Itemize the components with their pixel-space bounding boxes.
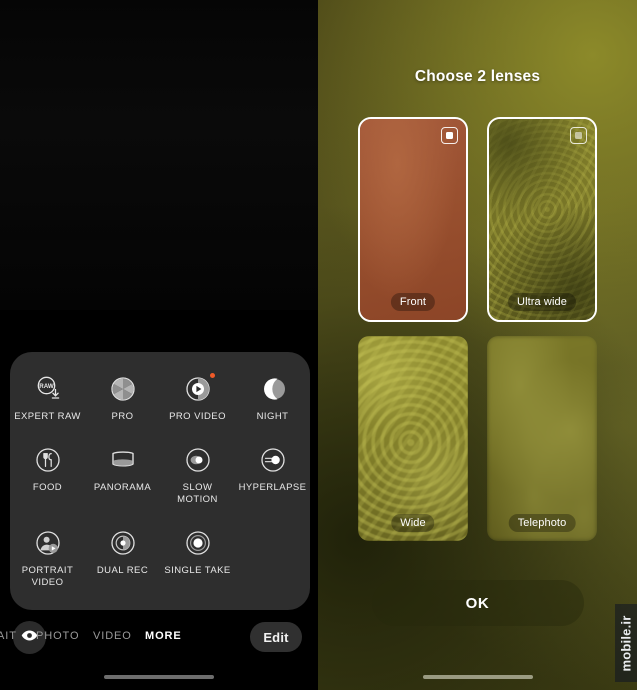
camera-viewfinder[interactable] bbox=[0, 0, 318, 310]
food-icon bbox=[33, 445, 63, 475]
mode-row-3: PORTRAIT VIDEO DUAL REC SINGLE TAKE bbox=[10, 528, 310, 589]
mode-item-empty bbox=[235, 528, 310, 589]
tab-more[interactable]: MORE bbox=[145, 630, 182, 642]
lens-name-label: Wide bbox=[391, 514, 435, 532]
mode-row-2: FOOD PANORAMA SLOW MOTION HYPERLAPSE bbox=[10, 445, 310, 506]
tab-portrait[interactable]: AIT bbox=[0, 630, 17, 642]
panorama-icon bbox=[108, 445, 138, 475]
lens-card-wide[interactable]: Wide bbox=[358, 336, 468, 541]
mode-item-hyperlapse[interactable]: HYPERLAPSE bbox=[235, 445, 310, 506]
ok-button[interactable]: OK bbox=[371, 580, 584, 626]
pro-video-icon bbox=[183, 373, 215, 404]
watermark-text: mobile.ir bbox=[618, 615, 634, 671]
mode-item-pro[interactable]: PRO bbox=[85, 374, 160, 423]
mode-label: NIGHT bbox=[256, 411, 289, 422]
lens-card-telephoto[interactable]: Telephoto bbox=[487, 336, 597, 541]
lens-row-2: Wide Telephoto bbox=[358, 336, 598, 541]
mode-label: DUAL REC bbox=[96, 565, 149, 576]
mode-label: SLOW MOTION bbox=[177, 482, 218, 505]
aperture-icon bbox=[108, 374, 138, 404]
mode-item-food[interactable]: FOOD bbox=[10, 445, 85, 506]
mode-label: PORTRAIT VIDEO bbox=[21, 565, 74, 588]
mode-item-portrait-video[interactable]: PORTRAIT VIDEO bbox=[10, 528, 85, 589]
lens-name-label: Telephoto bbox=[508, 514, 576, 532]
mode-item-slow-motion[interactable]: SLOW MOTION bbox=[160, 445, 235, 506]
lens-preview-thumbnail bbox=[489, 119, 595, 320]
home-gesture-bar[interactable] bbox=[104, 675, 214, 679]
mode-item-pro-video[interactable]: PRO VIDEO bbox=[160, 373, 235, 423]
home-gesture-bar[interactable] bbox=[422, 675, 533, 679]
mode-row-1: RAW EXPERT RAW PRO PRO VIDEO NIGHT bbox=[10, 373, 310, 423]
mode-label: PANORAMA bbox=[93, 482, 152, 493]
lens-row-1: Front Ultra wide bbox=[358, 117, 598, 322]
lens-card-front[interactable]: Front bbox=[358, 117, 468, 322]
moon-icon bbox=[258, 374, 288, 404]
svg-text:RAW: RAW bbox=[39, 383, 54, 390]
dual-rec-icon bbox=[108, 528, 138, 558]
mode-item-panorama[interactable]: PANORAMA bbox=[85, 445, 160, 506]
tab-video[interactable]: VIDEO bbox=[93, 630, 132, 642]
lens-grid: Front Ultra wide Wide Telephoto bbox=[358, 117, 598, 541]
expert-raw-icon: RAW bbox=[33, 374, 63, 404]
lens-preview-thumbnail bbox=[360, 119, 466, 320]
screenshot-root: Edit RAW EXPERT RAW PRO PRO VIDEO NIGHT … bbox=[0, 0, 637, 690]
mode-label: EXPERT RAW bbox=[14, 411, 81, 422]
mode-label: PRO bbox=[111, 411, 134, 422]
mode-label: PRO VIDEO bbox=[169, 411, 226, 422]
camera-mode-tabs: AIT PHOTO VIDEO MORE bbox=[0, 622, 318, 650]
lens-preview-thumbnail bbox=[487, 336, 597, 541]
page-title: Choose 2 lenses bbox=[414, 68, 541, 85]
mode-item-night[interactable]: NIGHT bbox=[235, 374, 310, 423]
lens-name-label: Front bbox=[390, 293, 436, 311]
camera-app-panel: Edit RAW EXPERT RAW PRO PRO VIDEO NIGHT … bbox=[0, 0, 318, 690]
single-take-icon bbox=[183, 528, 213, 558]
checkbox-checked-icon[interactable] bbox=[441, 127, 458, 144]
tab-photo[interactable]: PHOTO bbox=[36, 630, 79, 642]
lens-name-label: Ultra wide bbox=[508, 293, 576, 311]
mode-label: SINGLE TAKE bbox=[164, 565, 231, 576]
checkbox-dot bbox=[575, 132, 582, 139]
mode-sheet-toolbar: Edit bbox=[0, 310, 318, 654]
ok-label: OK bbox=[465, 594, 490, 612]
mode-label: HYPERLAPSE bbox=[238, 482, 307, 493]
portrait-video-icon bbox=[33, 528, 63, 558]
mode-item-single-take[interactable]: SINGLE TAKE bbox=[160, 528, 235, 589]
checkbox-dot bbox=[446, 132, 453, 139]
watermark: mobile.ir bbox=[615, 604, 637, 682]
mode-item-dual-rec[interactable]: DUAL REC bbox=[85, 528, 160, 589]
slow-motion-icon bbox=[183, 445, 213, 475]
lens-preview-thumbnail bbox=[358, 336, 468, 541]
mode-item-expert-raw[interactable]: RAW EXPERT RAW bbox=[10, 374, 85, 423]
camera-modes-sheet: RAW EXPERT RAW PRO PRO VIDEO NIGHT FOOD … bbox=[10, 352, 310, 610]
lens-card-ultra-wide[interactable]: Ultra wide bbox=[487, 117, 597, 322]
lens-chooser-panel: Choose 2 lenses Front Ultra wide Wide Te… bbox=[318, 0, 637, 690]
new-badge-dot bbox=[209, 373, 215, 378]
hyperlapse-icon bbox=[258, 445, 288, 475]
mode-label: FOOD bbox=[32, 482, 63, 493]
checkbox-checked-icon[interactable] bbox=[570, 127, 587, 144]
